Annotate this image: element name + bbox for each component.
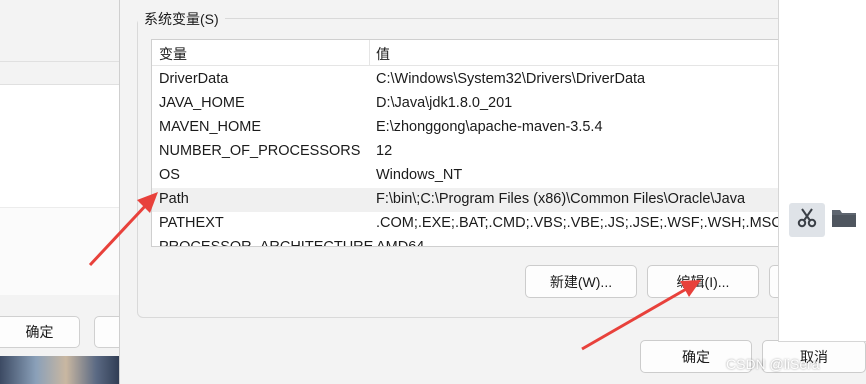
scissors-button[interactable] [789, 203, 825, 237]
variable-name: PROCESSOR_ARCHITECTURE [159, 239, 374, 247]
list-header: 变量 值 [152, 40, 790, 66]
variable-value: 12 [376, 143, 393, 159]
variable-value: E:\zhonggong\apache-maven-3.5.4 [376, 119, 603, 135]
desktop-wallpaper [0, 356, 120, 384]
variable-value: D:\Java\jdk1.8.0_201 [376, 95, 513, 111]
new-variable-button[interactable]: 新建(W)... [525, 265, 637, 298]
list-item-java-home[interactable]: JAVA_HOME D:\Java\jdk1.8.0_201 [152, 92, 790, 116]
scissors-icon [795, 206, 819, 234]
variable-value: AMD64 [376, 239, 425, 247]
background-dialog-header [0, 0, 120, 62]
watermark: CSDN @liSera [726, 356, 820, 372]
list-item-driverdata[interactable]: DriverData C:\Windows\System32\Drivers\D… [152, 68, 790, 92]
list-item-pathext[interactable]: PATHEXT .COM;.EXE;.BAT;.CMD;.VBS;.VBE;.J… [152, 212, 790, 236]
variable-value: C:\Windows\System32\Drivers\DriverData [376, 71, 646, 87]
folder-icon [831, 207, 857, 233]
folder-button[interactable] [829, 205, 859, 235]
variable-name: MAVEN_HOME [159, 119, 262, 135]
variable-name: OS [159, 167, 180, 183]
column-header-name[interactable]: 变量 [159, 44, 187, 64]
variable-value: F:\bin\;C:\Program Files (x86)\Common Fi… [376, 191, 746, 207]
list-item-number-of-processors[interactable]: NUMBER_OF_PROCESSORS 12 [152, 140, 790, 164]
edit-variable-button[interactable]: 编辑(I)... [647, 265, 759, 298]
column-header-value[interactable]: 值 [376, 44, 390, 64]
variable-name: Path [159, 191, 189, 207]
list-item-path[interactable]: Path F:\bin\;C:\Program Files (x86)\Comm… [152, 188, 790, 212]
variable-name: PATHEXT [159, 215, 224, 231]
variable-name: JAVA_HOME [159, 95, 245, 111]
variable-value: Windows_NT [376, 167, 463, 183]
column-separator[interactable] [369, 40, 370, 66]
variable-name: NUMBER_OF_PROCESSORS [159, 143, 361, 159]
list-item-processor-architecture[interactable]: PROCESSOR_ARCHITECTURE AMD64 [152, 236, 790, 247]
system-variables-list[interactable]: 变量 值 DriverData C:\Windows\System32\Driv… [151, 39, 791, 247]
system-variables-group-title: 系统变量(S) [138, 9, 225, 29]
variable-name: DriverData [159, 71, 229, 87]
variable-value: .COM;.EXE;.BAT;.CMD;.VBS;.VBE;.JS;.JSE;.… [376, 215, 782, 231]
side-tool-panel [778, 0, 866, 342]
background-ok-button[interactable]: 确定 [0, 316, 80, 348]
list-item-maven-home[interactable]: MAVEN_HOME E:\zhonggong\apache-maven-3.5… [152, 116, 790, 140]
background-dialog-panel [0, 84, 120, 295]
list-item-os[interactable]: OS Windows_NT [152, 164, 790, 188]
background-dialog-panel-band [0, 207, 120, 295]
